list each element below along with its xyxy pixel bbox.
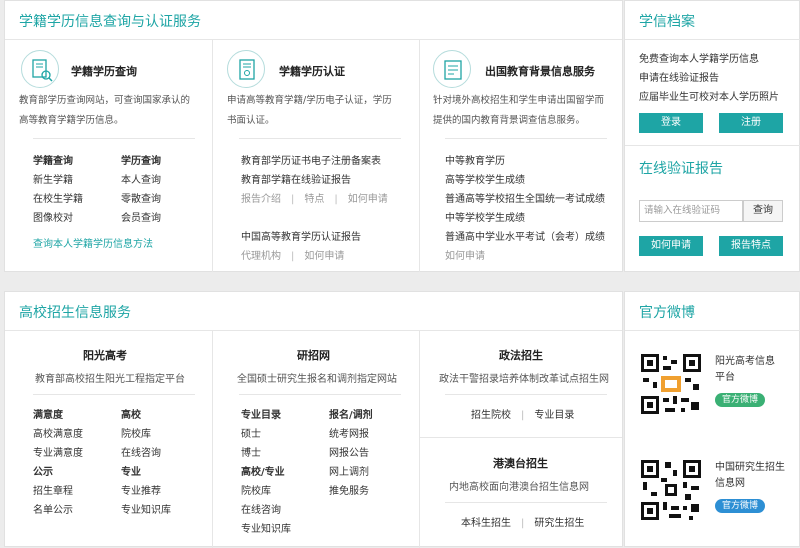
yg-link[interactable]: 专业满意度 (33, 444, 83, 459)
yg-link[interactable]: 在线咨询 (121, 444, 161, 459)
dangan-panel: 学信档案 免费查询本人学籍学历信息 申请在线验证报告 应届毕业生可校对本人学历照… (624, 0, 800, 272)
xueji-link[interactable]: 图像校对 (33, 209, 73, 224)
how-apply-link[interactable]: 如何申请 (304, 251, 344, 262)
yz-link[interactable]: 统考网报 (329, 425, 369, 440)
xueji-group-head[interactable]: 学籍查询 (33, 152, 73, 167)
xueji-panel: 学籍学历信息查询与认证服务 学籍学历查询 教育部学历查询网站，可查询国家承认的高… (4, 0, 623, 272)
yg-link[interactable]: 招生章程 (33, 482, 73, 497)
chuguo-link[interactable]: 高等学校学生成绩 (445, 171, 525, 186)
xueji-link[interactable]: 新生学籍 (33, 171, 73, 186)
weibo1-name: 阳光高考信息 平台 (715, 356, 775, 383)
col2-desc: 申请高等教育学籍/学历电子认证，学历 书面认证。 (227, 95, 392, 126)
certificate-verify-icon (227, 50, 265, 88)
xueli-link[interactable]: 本人查询 (121, 171, 161, 186)
yz-link[interactable]: 在线咨询 (241, 501, 281, 516)
xueji-link[interactable]: 在校生学籍 (33, 190, 83, 205)
weibo1-badge[interactable]: 官方微博 (715, 393, 766, 407)
renzheng-sub-links-2: 代理机构 | 如何申请 (241, 251, 345, 262)
yz-head[interactable]: 高校/专业 (241, 463, 285, 478)
gangao-desc: 内地高校面向港澳台招生信息网 (449, 482, 589, 493)
renzheng-link[interactable]: 中国高等教育学历认证报告 (241, 228, 361, 243)
verify-title: 在线验证报告 (639, 161, 723, 177)
chuguo-link[interactable]: 普通高中学业水平考试（会考）成绩 (445, 228, 605, 243)
renzheng-link[interactable]: 教育部学籍在线验证报告 (241, 171, 351, 186)
xueli-link[interactable]: 会员查询 (121, 209, 161, 224)
gangao-title[interactable]: 港澳台招生 (493, 455, 548, 471)
yz-link[interactable]: 硕士 (241, 425, 261, 440)
ga-grad-link[interactable]: 研究生招生 (534, 518, 584, 529)
col2-title[interactable]: 学籍学历认证 (279, 63, 345, 79)
verify-query-button[interactable]: 查询 (743, 200, 783, 222)
xueli-link[interactable]: 零散查询 (121, 190, 161, 205)
query-method-link[interactable]: 查询本人学籍学历信息方法 (33, 235, 153, 250)
yanzhao-title[interactable]: 研招网 (297, 347, 330, 363)
yz-head[interactable]: 报名/调剂 (329, 406, 373, 421)
zf-major-link[interactable]: 专业目录 (534, 410, 574, 421)
register-button[interactable]: 注册 (719, 113, 783, 133)
yz-link[interactable]: 专业知识库 (241, 520, 291, 535)
login-button[interactable]: 登录 (639, 113, 703, 133)
yg-link[interactable]: 专业知识库 (121, 501, 171, 516)
features-link[interactable]: 特点 (304, 194, 324, 205)
how-apply-link[interactable]: 如何申请 (348, 194, 388, 205)
col1-title[interactable]: 学籍学历查询 (71, 63, 137, 79)
yangguang-title[interactable]: 阳光高考 (83, 347, 127, 363)
yg-link[interactable]: 名单公示 (33, 501, 73, 516)
yz-link[interactable]: 博士 (241, 444, 261, 459)
xueji-title: 学籍学历信息查询与认证服务 (19, 14, 201, 30)
yangguang-desc: 教育部高校招生阳光工程指定平台 (35, 374, 185, 385)
how-apply-link[interactable]: 如何申请 (445, 247, 485, 262)
weibo2-badge[interactable]: 官方微博 (715, 499, 766, 513)
certificate-search-icon (21, 50, 59, 88)
col3-desc: 针对境外高校招生和学生申请出国留学而 提供的国内教育背景调查信息服务。 (433, 95, 605, 126)
yz-head[interactable]: 专业目录 (241, 406, 281, 421)
zhengfa-title[interactable]: 政法招生 (499, 347, 543, 363)
qr-code-icon (639, 458, 703, 522)
yg-head[interactable]: 专业 (121, 463, 141, 478)
zhaosheng-panel: 高校招生信息服务 阳光高考 教育部高校招生阳光工程指定平台 满意度 高校满意度 … (4, 291, 623, 548)
agency-link[interactable]: 代理机构 (241, 251, 281, 262)
report-features-button[interactable]: 报告特点 (719, 236, 783, 256)
report-intro-link[interactable]: 报告介绍 (241, 194, 281, 205)
weibo-panel: 官方微博 阳光高考信息 平台 官方微博 中国研究生招生 信息网 官方微博 (624, 291, 800, 547)
renzheng-link[interactable]: 教育部学历证书电子注册备案表 (241, 152, 381, 167)
yg-link[interactable]: 高校满意度 (33, 425, 83, 440)
chuguo-link[interactable]: 中等学校学生成绩 (445, 209, 525, 224)
yg-link[interactable]: 专业推荐 (121, 482, 161, 497)
qr-code-icon (639, 352, 703, 416)
xueli-group-head[interactable]: 学历查询 (121, 152, 161, 167)
dangan-line: 免费查询本人学籍学历信息 (639, 54, 759, 65)
col3-title[interactable]: 出国教育背景信息服务 (485, 63, 595, 79)
yg-head[interactable]: 满意度 (33, 406, 63, 421)
yanzhao-desc: 全国硕士研究生报名和调剂指定网站 (237, 374, 397, 385)
col1-desc: 教育部学历查询网站，可查询国家承认的 高等教育学籍学历信息。 (19, 95, 191, 126)
how-apply-button[interactable]: 如何申请 (639, 236, 703, 256)
chuguo-link[interactable]: 普通高等学校招生全国统一考试成绩 (445, 190, 605, 205)
dangan-line: 申请在线验证报告 (639, 73, 719, 84)
yg-link[interactable]: 院校库 (121, 425, 151, 440)
dangan-title: 学信档案 (639, 14, 695, 30)
yz-link[interactable]: 推免服务 (329, 482, 369, 497)
zhengfa-desc: 政法干警招录培养体制改革试点招生网 (439, 374, 609, 385)
zf-school-link[interactable]: 招生院校 (471, 410, 511, 421)
yz-link[interactable]: 网上调剂 (329, 463, 369, 478)
ga-undergrad-link[interactable]: 本科生招生 (461, 518, 511, 529)
zhengfa-links: 招生院校 | 专业目录 (471, 410, 575, 421)
renzheng-sub-links: 报告介绍 | 特点 | 如何申请 (241, 194, 388, 205)
zhaosheng-title: 高校招生信息服务 (19, 305, 131, 321)
verify-code-input[interactable]: 请输入在线验证码 (639, 200, 743, 222)
yg-head[interactable]: 高校 (121, 406, 141, 421)
weibo-title: 官方微博 (639, 305, 695, 321)
weibo2-name: 中国研究生招生 信息网 (715, 462, 785, 489)
yg-head[interactable]: 公示 (33, 463, 53, 478)
yz-link[interactable]: 院校库 (241, 482, 271, 497)
yz-link[interactable]: 网报公告 (329, 444, 369, 459)
document-icon (433, 50, 471, 88)
chuguo-link[interactable]: 中等教育学历 (445, 152, 505, 167)
dangan-line: 应届毕业生可校对本人学历照片 (639, 92, 779, 103)
gangao-links: 本科生招生 | 研究生招生 (461, 518, 585, 529)
